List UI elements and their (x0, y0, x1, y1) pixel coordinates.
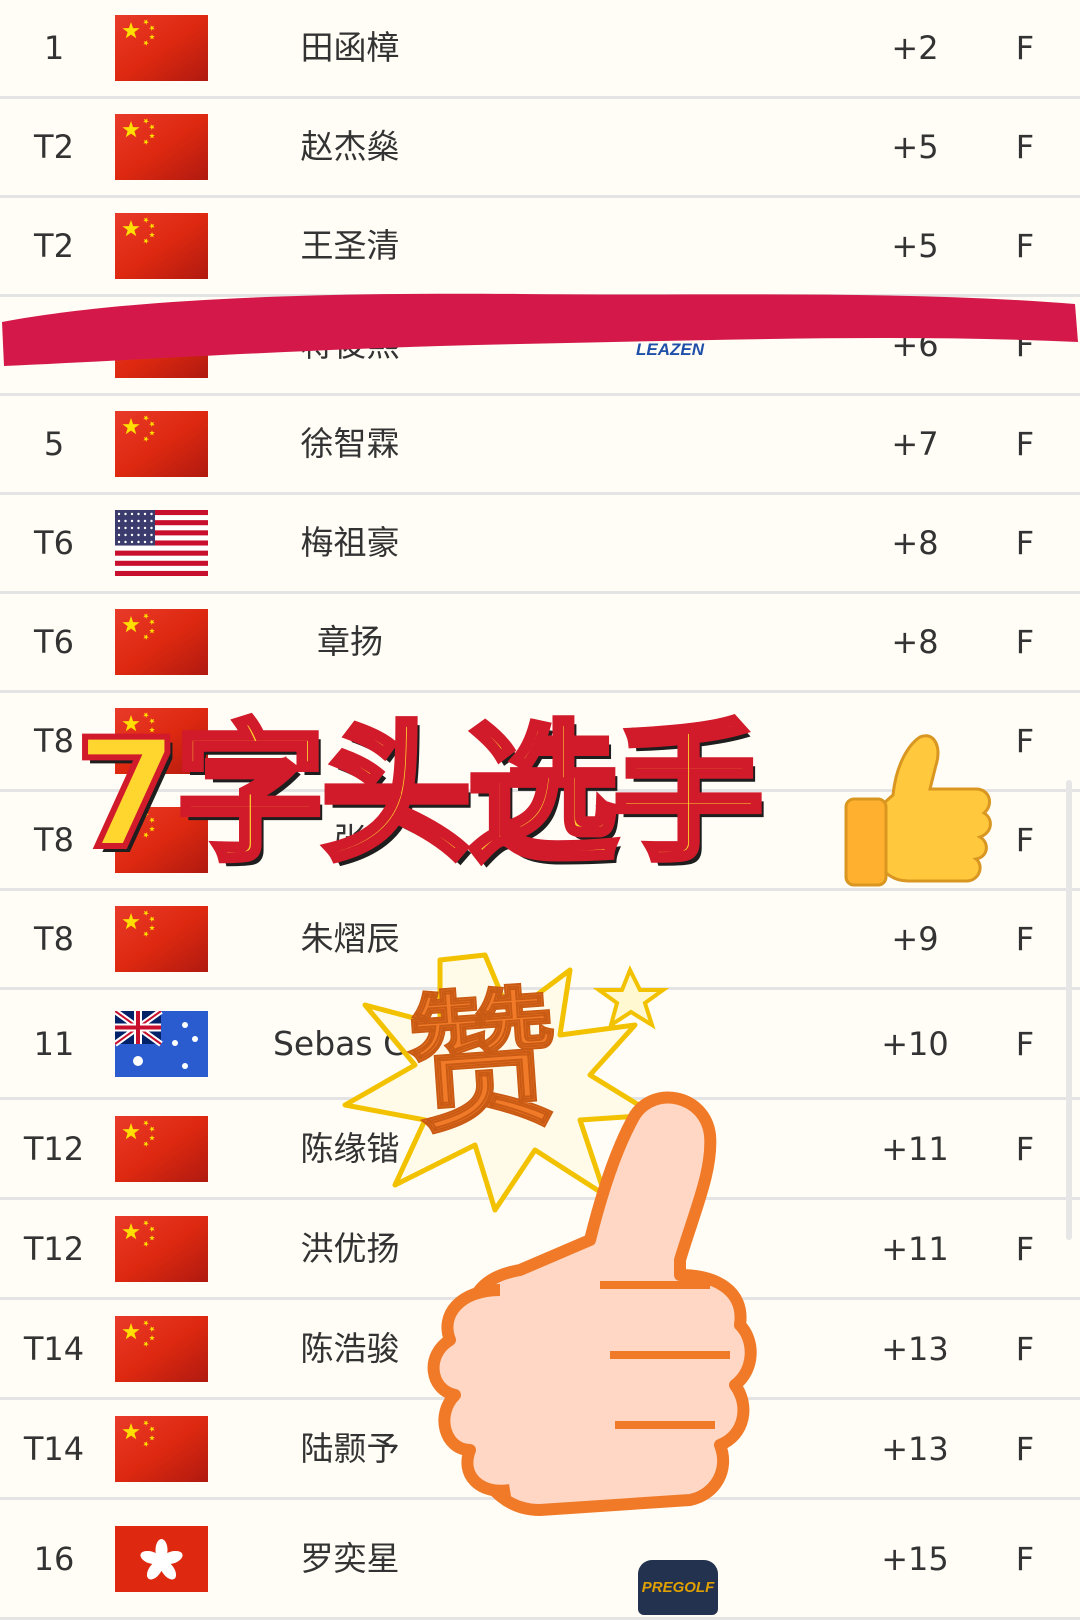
score-cell: +2 (891, 29, 939, 67)
china-flag-icon (115, 906, 208, 972)
scrollbar[interactable] (1066, 780, 1072, 1240)
score-cell: +5 (891, 227, 939, 265)
status-cell: F (1015, 1024, 1035, 1063)
rank-cell: T2 (34, 227, 74, 265)
rank-cell: 5 (43, 425, 65, 463)
thumbs-up-emoji-icon (844, 734, 992, 887)
china-flag-icon (115, 1115, 208, 1182)
score-cell: +11 (881, 1229, 949, 1268)
hong-kong-flag-icon (115, 1525, 208, 1592)
china-flag-icon (115, 1415, 208, 1482)
rank-cell: T6 (34, 623, 74, 661)
rank-cell: T14 (23, 1329, 85, 1368)
rank-cell: 11 (33, 1024, 75, 1063)
score-cell: +8 (891, 623, 939, 661)
china-flag-icon (115, 1215, 208, 1282)
player-name[interactable]: 田函樟 (255, 0, 445, 96)
player-name[interactable]: 章扬 (255, 594, 445, 690)
status-cell: F (1015, 425, 1035, 463)
status-cell: F (1015, 29, 1035, 67)
rank-cell: T14 (23, 1429, 85, 1468)
red-strikethrough-scribble (2, 293, 1078, 366)
leaderboard-row[interactable]: T6 梅祖豪 +8 F (0, 495, 1080, 594)
china-flag-icon (115, 114, 208, 180)
china-flag-icon (115, 15, 208, 81)
rank-cell: T8 (34, 920, 74, 958)
headline-overlay: 7字头选手 (72, 708, 766, 882)
score-cell: +13 (881, 1329, 949, 1368)
status-cell: F (1015, 227, 1035, 265)
player-name[interactable]: 梅祖豪 (255, 495, 445, 591)
status-cell: F (1015, 722, 1035, 760)
rank-cell: T2 (34, 128, 74, 166)
status-cell: F (1015, 1429, 1035, 1468)
score-cell: +10 (881, 1024, 949, 1063)
status-cell: F (1015, 524, 1035, 562)
status-cell: F (1015, 623, 1035, 661)
score-cell: +13 (881, 1429, 949, 1468)
player-name[interactable]: 王圣清 (255, 198, 445, 294)
status-cell: F (1015, 1539, 1035, 1578)
status-cell: F (1015, 821, 1035, 859)
leaderboard-row[interactable]: 1 田函樟 +2 F (0, 0, 1080, 99)
leaderboard-row[interactable]: 5 徐智霖 +7 F (0, 396, 1080, 495)
status-cell: F (1015, 920, 1035, 958)
status-cell: F (1015, 1229, 1035, 1268)
australia-flag-icon (115, 1010, 208, 1077)
thumbs-up-cartoon-icon (427, 1091, 757, 1516)
score-cell: +7 (891, 425, 939, 463)
china-flag-icon (115, 411, 208, 477)
score-cell: +11 (881, 1129, 949, 1168)
china-flag-icon (115, 609, 208, 675)
status-cell: F (1015, 128, 1035, 166)
china-flag-icon (115, 213, 208, 279)
score-cell: +15 (881, 1539, 949, 1578)
score-cell: +9 (891, 920, 939, 958)
score-cell: +8 (891, 524, 939, 562)
rank-cell: T6 (34, 524, 74, 562)
rank-cell: T12 (23, 1229, 85, 1268)
leaderboard-row[interactable]: T2 赵杰燊 +5 F (0, 99, 1080, 198)
status-cell: F (1015, 1129, 1035, 1168)
rank-cell: T12 (23, 1129, 85, 1168)
rank-cell: 16 (33, 1539, 75, 1578)
leaderboard-row[interactable]: T6 章扬 +8 F (0, 594, 1080, 693)
china-flag-icon (115, 1315, 208, 1382)
score-cell: +5 (891, 128, 939, 166)
status-cell: F (1015, 1329, 1035, 1368)
pregolf-logo: PREGOLF (638, 1560, 718, 1615)
usa-flag-icon (115, 510, 208, 576)
player-name[interactable]: 徐智霖 (255, 396, 445, 492)
player-name[interactable]: 赵杰燊 (255, 99, 445, 195)
rank-cell: 1 (43, 29, 65, 67)
